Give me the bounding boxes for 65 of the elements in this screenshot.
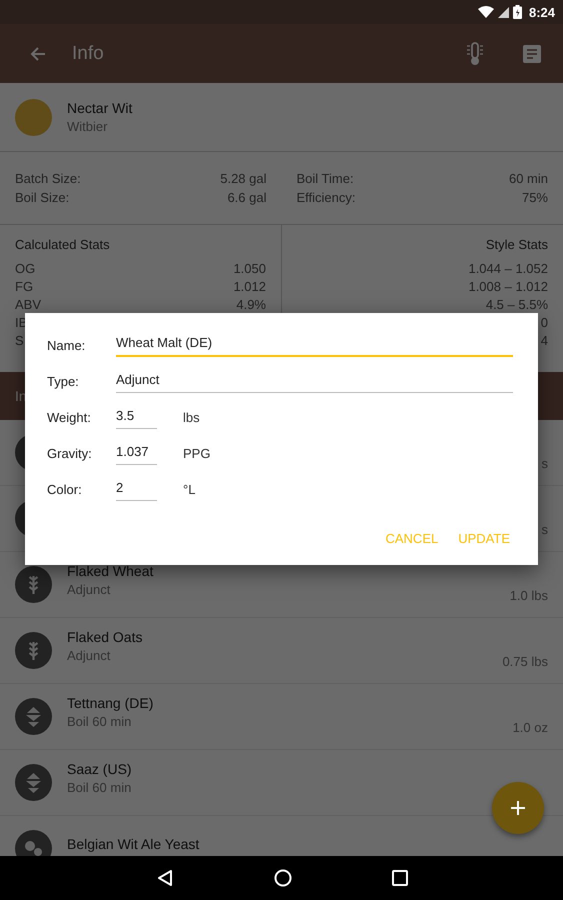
ingredient-amount: 0.75 lbs (502, 654, 548, 669)
unit-label: lbs (183, 410, 200, 424)
stat-value: 4.9% (236, 297, 266, 312)
stat-value: 1.012 (233, 279, 266, 294)
recipe-name: Nectar Wit (67, 100, 132, 116)
style-range: 4.5 – 5.5% (486, 297, 548, 312)
stat-label: ABV (15, 297, 42, 312)
stat-label: S (15, 333, 24, 348)
batch-value: 75% (522, 190, 548, 205)
ingredient-detail: Adjunct (67, 648, 112, 662)
input-field[interactable]: 3.5 (116, 406, 157, 428)
style-range: 1.044 – 1.052 (468, 261, 548, 276)
field-label: Type: (47, 374, 80, 388)
ingredient-name: Saaz (US) (67, 760, 132, 776)
ingredient-name: Tettnang (DE) (67, 694, 154, 710)
field-label: Weight: (47, 410, 92, 424)
input-field[interactable]: Wheat Malt (DE) (116, 333, 513, 357)
ingredient-name: Flaked Wheat (67, 562, 154, 578)
unit-label: PPG (183, 446, 210, 460)
batch-label: Efficiency: (296, 190, 356, 205)
plus-icon (511, 801, 525, 815)
batch-label: Boil Time: (296, 171, 354, 186)
ingredient-detail: Boil 60 min (67, 780, 132, 794)
batch-label: Boil Size: (15, 190, 70, 205)
back-arrow-icon[interactable] (30, 46, 46, 62)
ingredient-row[interactable]: Tettnang (DE) Boil 60 min 1.0 oz (0, 684, 563, 750)
stat-label: FG (15, 279, 34, 294)
yeast-icon (15, 830, 52, 856)
recents-icon[interactable] (392, 870, 408, 886)
ingredient-name: Belgian Wit Ale Yeast (67, 836, 200, 852)
batch-value: 60 min (508, 171, 548, 186)
ingredient-amount: 1.0 oz (512, 720, 548, 735)
batch-label: Batch Size: (15, 171, 81, 186)
batch-value: 5.28 gal (220, 171, 266, 186)
input-field[interactable]: 1.037 (116, 442, 157, 464)
stats-heading: Style Stats (486, 237, 548, 252)
field-label: Name: (47, 338, 86, 352)
thermometer-icon[interactable] (465, 42, 485, 66)
style-range: 0 (540, 315, 548, 330)
field-label: Gravity: (47, 446, 93, 460)
batch-value: 6.6 gal (227, 190, 266, 205)
notes-icon[interactable] (523, 44, 541, 62)
recipe-style: Witbier (67, 119, 108, 134)
wifi-icon (478, 6, 494, 18)
ingredient-amount: 1.0 lbs (510, 588, 548, 603)
input-field[interactable]: 2 (116, 478, 157, 500)
ingredient-detail: Adjunct (67, 582, 112, 596)
style-range: 1.008 – 1.012 (468, 279, 548, 294)
input-field[interactable]: Adjunct (116, 370, 513, 392)
signal-icon (498, 6, 509, 18)
unit-label: °L (183, 482, 196, 496)
back-icon[interactable] (156, 869, 174, 887)
stat-label: OG (15, 261, 36, 276)
stat-value: 1.050 (233, 261, 266, 276)
beer-color-swatch (15, 98, 52, 136)
battery-icon (512, 5, 522, 19)
screen-title: Info (72, 42, 104, 64)
style-range: 4 (540, 333, 548, 348)
ingredient-row[interactable]: Flaked Oats Adjunct 0.75 lbs (0, 618, 563, 684)
field-label: Color: (47, 482, 83, 496)
home-icon[interactable] (274, 869, 292, 887)
status-time: 8:24 (528, 4, 555, 20)
ingredient-detail: Boil 60 min (67, 714, 132, 728)
stats-heading: Calculated Stats (15, 237, 111, 252)
ingredient-name: Flaked Oats (67, 628, 142, 644)
